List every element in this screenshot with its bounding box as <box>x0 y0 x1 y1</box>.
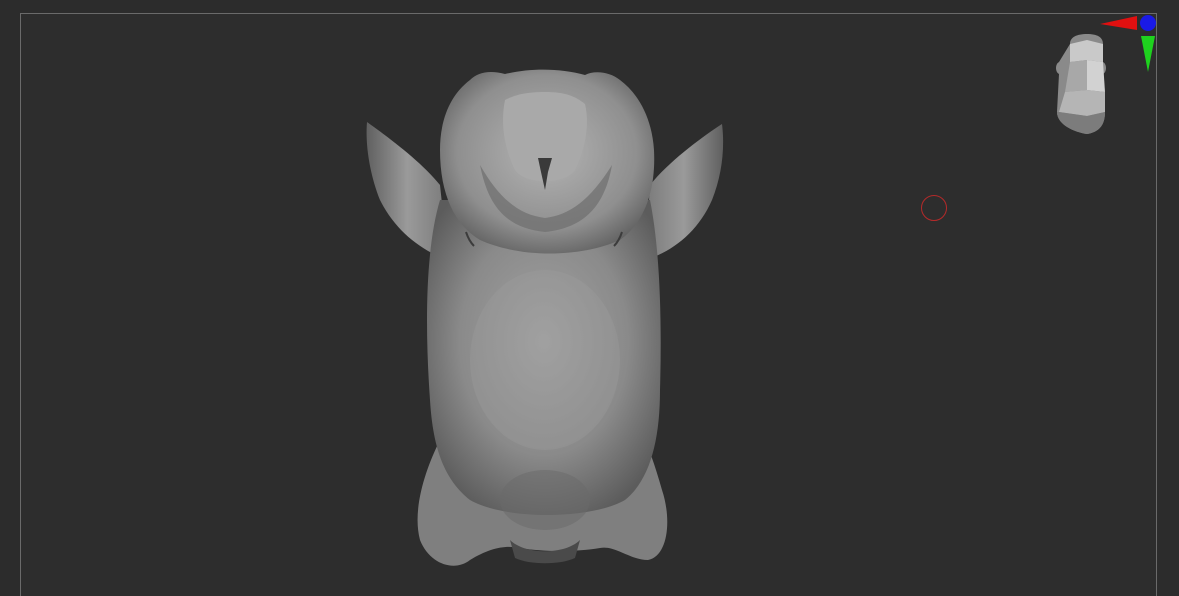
head-orientation-icon[interactable] <box>1056 34 1106 134</box>
right-ear <box>645 124 724 260</box>
belly-highlight <box>470 270 620 450</box>
brush-cursor-icon <box>921 195 947 221</box>
lower-belly-shadow <box>500 470 590 530</box>
x-axis-arrow <box>1100 16 1137 30</box>
y-axis-arrow <box>1141 36 1155 72</box>
z-axis-dot <box>1140 15 1156 31</box>
sculpt-mesh[interactable] <box>0 0 1179 596</box>
navigation-gizmo[interactable] <box>1045 12 1165 147</box>
sculpt-app <box>0 0 1179 596</box>
